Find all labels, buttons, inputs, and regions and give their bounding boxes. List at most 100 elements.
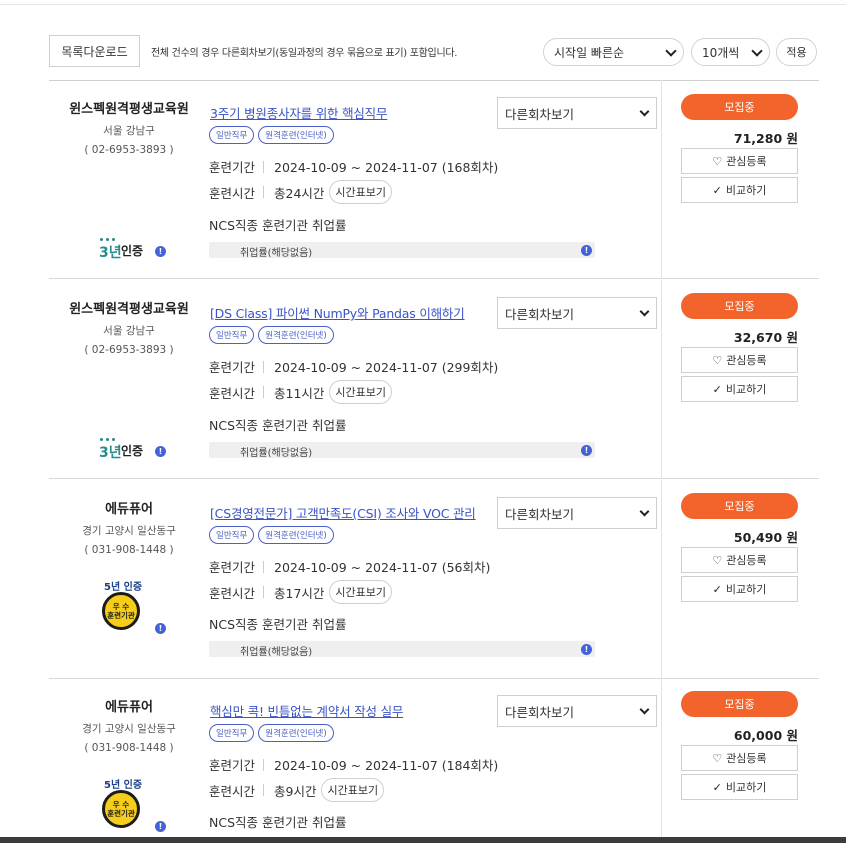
excellent-institution-seal: 우 수 훈련기관	[102, 592, 140, 630]
column-divider	[661, 280, 662, 478]
check-icon: ✓	[712, 382, 722, 396]
check-icon: ✓	[712, 780, 722, 794]
heart-icon: ♡	[712, 353, 723, 367]
institution-name[interactable]: 에듀퓨어	[59, 499, 199, 521]
other-rounds-select[interactable]: 다른회차보기	[497, 297, 657, 329]
training-hours: 훈련시간 총11시간 시간표보기	[209, 380, 393, 404]
page-size-select[interactable]: 10개씩	[691, 38, 770, 66]
employment-rate-text: 취업률(해당없음)	[240, 248, 313, 259]
hours-key: 훈련시간	[209, 585, 256, 601]
institution-name[interactable]: 윈스펙원격평생교육원	[59, 299, 199, 321]
course-title-link[interactable]: 3주기 병원종사자를 위한 핵심직무	[210, 103, 387, 122]
tag-job-type: 일반직무	[209, 724, 255, 742]
top-divider	[0, 4, 846, 5]
wish-button[interactable]: ♡ 관심등록	[681, 547, 798, 573]
wish-label: 관심등록	[726, 752, 767, 765]
cert-label: 5년 인증	[104, 780, 143, 791]
info-icon[interactable]: !	[155, 446, 166, 457]
info-icon[interactable]: !	[155, 623, 166, 634]
hours-value: 총24시간	[274, 185, 325, 201]
timetable-button[interactable]: 시간표보기	[329, 580, 393, 604]
course-tags: 일반직무 원격훈련(인터넷)	[209, 326, 334, 344]
info-icon[interactable]: !	[155, 821, 166, 832]
institution-name[interactable]: 에듀퓨어	[59, 697, 199, 719]
compare-button[interactable]: ✓ 비교하기	[681, 576, 798, 602]
cert-digit: 3년	[99, 445, 122, 461]
chevron-down-icon	[639, 704, 650, 715]
compare-button[interactable]: ✓ 비교하기	[681, 376, 798, 402]
other-rounds-select[interactable]: 다른회차보기	[497, 497, 657, 529]
column-divider	[661, 80, 662, 278]
timetable-button[interactable]: 시간표보기	[329, 180, 393, 204]
tag-training-type: 원격훈련(인터넷)	[258, 526, 334, 544]
info-icon[interactable]: !	[155, 246, 166, 257]
ncs-rate-label: NCS직종 훈련기관 취업률	[209, 218, 347, 233]
wish-button[interactable]: ♡ 관심등록	[681, 148, 798, 174]
institution-phone: ( 031-908-1448 )	[84, 742, 174, 754]
timetable-button[interactable]: 시간표보기	[329, 380, 393, 404]
employment-rate-text: 취업률(해당없음)	[240, 448, 313, 459]
training-period: 훈련기간 2024-10-09 ~ 2024-11-07 (56회차)	[209, 557, 490, 576]
cert-label: 인증	[121, 444, 144, 458]
tag-job-type: 일반직무	[209, 126, 255, 144]
course-price: 50,490 원	[733, 530, 798, 545]
wish-label: 관심등록	[726, 155, 767, 168]
hours-key: 훈련시간	[209, 385, 256, 401]
tag-job-type: 일반직무	[209, 326, 255, 344]
period-value: 2024-10-09 ~ 2024-11-07 (184회차)	[274, 758, 499, 773]
course-tags: 일반직무 원격훈련(인터넷)	[209, 724, 334, 742]
wish-button[interactable]: ♡ 관심등록	[681, 347, 798, 373]
cert-label: 5년 인증	[104, 582, 143, 593]
info-icon[interactable]: !	[581, 644, 592, 655]
page-size-value: 10개씩	[702, 45, 740, 60]
period-key: 훈련기간	[209, 560, 256, 575]
employment-rate-text: 취업률(해당없음)	[240, 647, 313, 658]
ncs-rate-label: NCS직종 훈련기관 취업률	[209, 418, 347, 433]
wish-label: 관심등록	[726, 354, 767, 367]
institution-address: 경기 고양시 일산동구	[82, 723, 176, 735]
timetable-button[interactable]: 시간표보기	[321, 778, 385, 802]
course-price: 60,000 원	[733, 728, 798, 743]
period-value: 2024-10-09 ~ 2024-11-07 (168회차)	[274, 160, 499, 175]
tag-job-type: 일반직무	[209, 526, 255, 544]
period-key: 훈련기간	[209, 360, 256, 375]
column-divider	[661, 480, 662, 678]
course-row: 에듀퓨어 경기 고양시 일산동구 ( 031-908-1448 ) 5년 인증 …	[49, 678, 819, 843]
period-key: 훈련기간	[209, 160, 256, 175]
course-title-link[interactable]: [CS경영전문가] 고객만족도(CSI) 조사와 VOC 관리	[210, 503, 476, 522]
institution-address: 서울 강남구	[103, 125, 155, 137]
course-row: 윈스펙원격평생교육원 서울 강남구 ( 02-6953-3893 ) 3년 인증…	[49, 280, 819, 479]
sort-select[interactable]: 시작일 빠른순	[543, 38, 684, 66]
tag-training-type: 원격훈련(인터넷)	[258, 126, 334, 144]
chevron-down-icon	[639, 306, 650, 317]
status-badge: 모집중	[681, 293, 798, 319]
ncs-rate-label: NCS직종 훈련기관 취업률	[209, 617, 347, 632]
info-icon[interactable]: !	[581, 445, 592, 456]
course-price: 32,670 원	[733, 330, 798, 345]
institution-name[interactable]: 윈스펙원격평생교육원	[59, 99, 199, 121]
compare-button[interactable]: ✓ 비교하기	[681, 177, 798, 203]
bottom-edge-bar	[0, 837, 846, 843]
hours-value: 총9시간	[274, 783, 317, 799]
list-toolbar: 목록다운로드 전체 건수의 경우 다른회차보기(동일과정의 경우 묶음으로 표기…	[49, 35, 819, 67]
chevron-down-icon	[639, 106, 650, 117]
training-period: 훈련기간 2024-10-09 ~ 2024-11-07 (168회차)	[209, 157, 498, 176]
seal-line1: 우 수	[112, 800, 130, 809]
compare-label: 비교하기	[725, 583, 767, 596]
info-icon[interactable]: !	[581, 245, 592, 256]
institution-info: 윈스펙원격평생교육원 서울 강남구 ( 02-6953-3893 )	[59, 299, 199, 360]
period-value: 2024-10-09 ~ 2024-11-07 (299회차)	[274, 360, 499, 375]
course-title-link[interactable]: [DS Class] 파이썬 NumPy와 Pandas 이해하기	[210, 303, 465, 322]
other-rounds-select[interactable]: 다른회차보기	[497, 695, 657, 727]
check-icon: ✓	[712, 582, 722, 596]
course-title-link[interactable]: 핵심만 콕! 빈틈없는 계약서 작성 실무	[210, 701, 403, 720]
compare-button[interactable]: ✓ 비교하기	[681, 774, 798, 800]
apply-button[interactable]: 적용	[776, 38, 817, 66]
seal-line1: 우 수	[112, 602, 130, 611]
wish-button[interactable]: ♡ 관심등록	[681, 745, 798, 771]
hours-key: 훈련시간	[209, 783, 256, 799]
seal-line2: 훈련기관	[107, 809, 135, 818]
heart-icon: ♡	[712, 751, 723, 765]
download-list-button[interactable]: 목록다운로드	[49, 35, 140, 67]
other-rounds-select[interactable]: 다른회차보기	[497, 97, 657, 129]
